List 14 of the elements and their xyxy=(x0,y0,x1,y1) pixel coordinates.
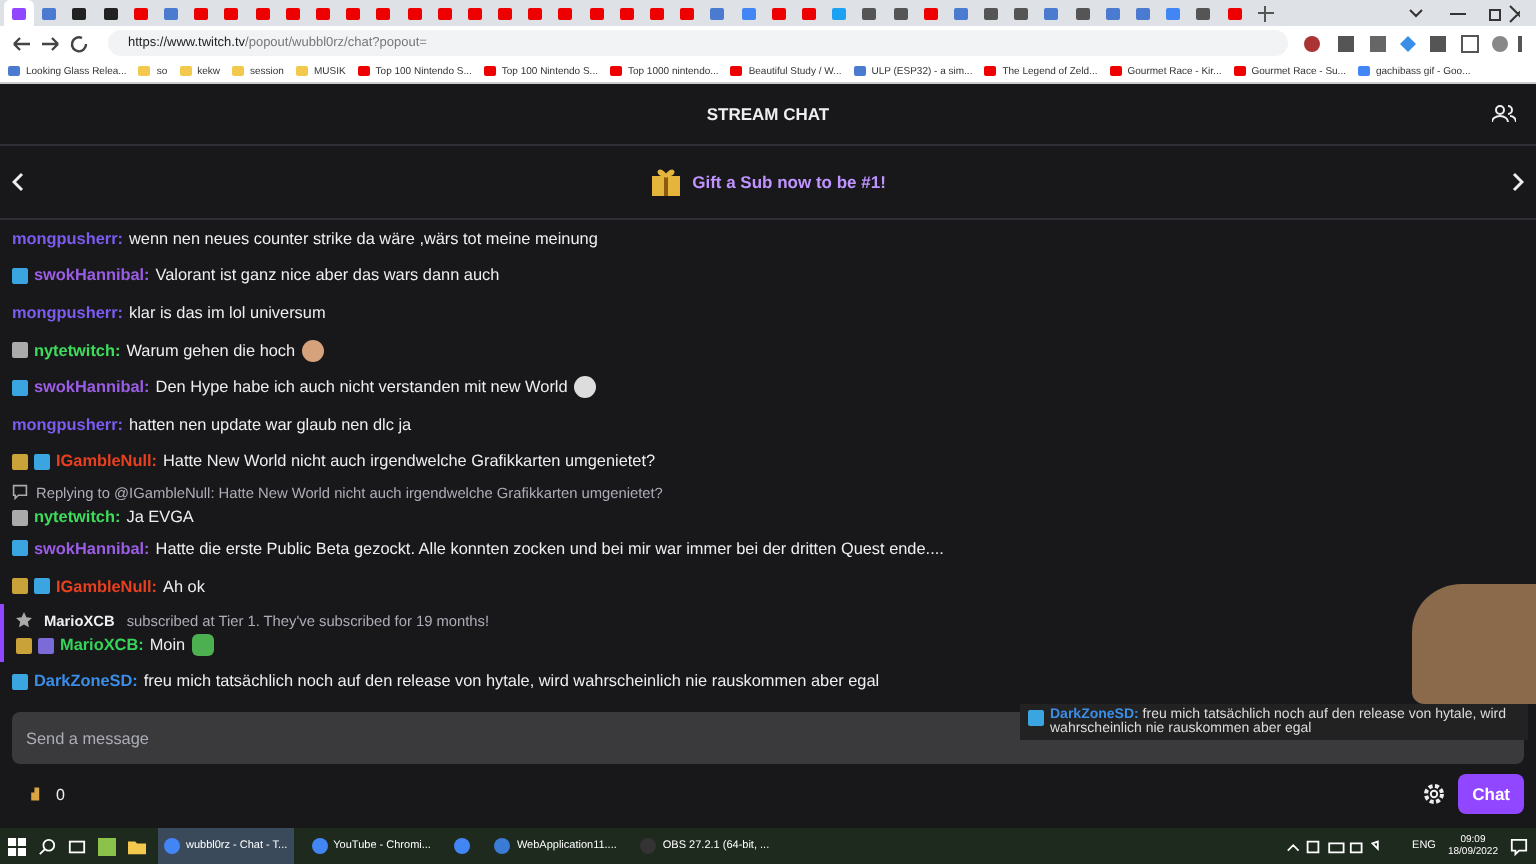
chat-message: Ja EVGA xyxy=(126,508,194,527)
chat-message: wenn nen neues counter strike da wäre ,wärs tot meine meinung xyxy=(129,229,598,248)
chat-message: Den Hype habe ich auch nicht verstanden mit new World xyxy=(155,378,568,397)
chat-message: Warum gehen die hoch xyxy=(126,341,296,360)
chat-message: freu mich tatsächlich noch auf den release von hytale, wird wahrscheinlich nie rauskommen aber egal xyxy=(143,672,880,691)
chat-message: Hatte die erste Public Beta gezockt. Alle konnten zocken und bei mir war immer bei der dritten Quest ende.... xyxy=(155,539,944,558)
points-count: 0 xyxy=(56,785,65,803)
chat-message: Hatte New World nicht auch irgendwelche Grafikkarten umgenietet? xyxy=(163,452,656,471)
chat-message: hatten nen update war glaub nen dlc ja xyxy=(129,415,412,434)
chat-message: klar is das im lol universum xyxy=(129,303,326,322)
chat-title: STREAM CHAT xyxy=(706,104,830,124)
chat-message: Valorant ist ganz nice aber das wars dann auch xyxy=(155,266,500,285)
chat-message: Moin xyxy=(149,636,186,655)
chat-message: Ah ok xyxy=(163,577,205,596)
